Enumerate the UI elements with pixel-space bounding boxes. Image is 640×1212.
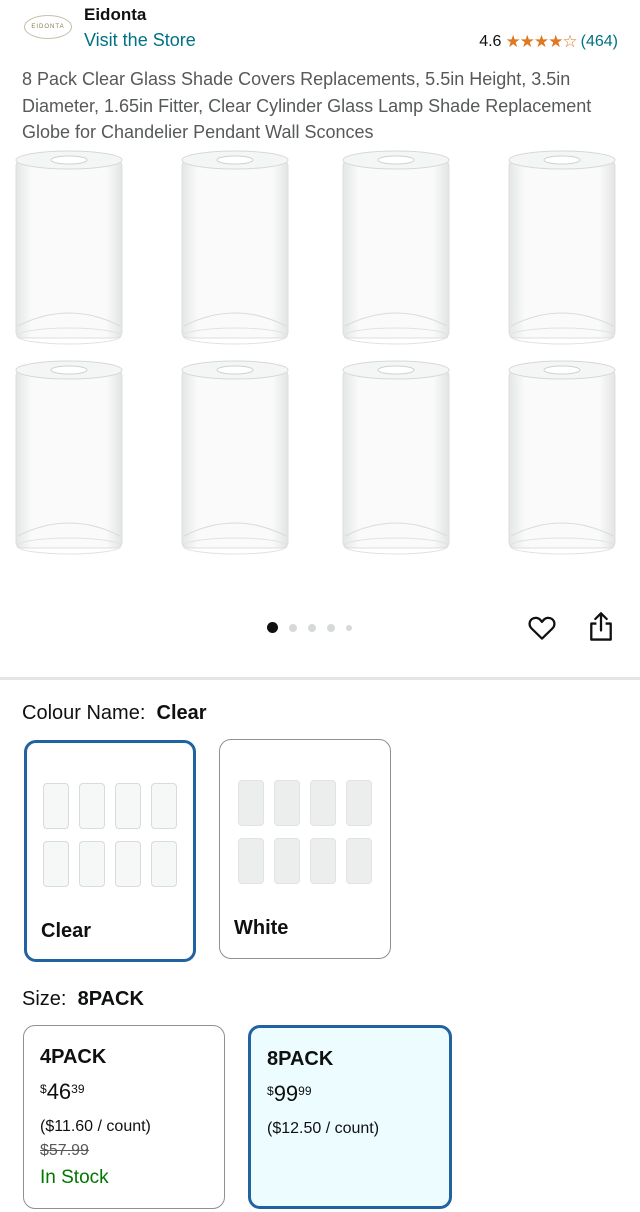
colour-option-white[interactable]: White (219, 739, 391, 959)
glass-shade-image (180, 150, 290, 348)
price-per-count: ($12.50 / count) (267, 1120, 380, 1137)
colour-name-label: Colour Name: Clear (22, 702, 207, 725)
selected-size: 8PACK (77, 988, 144, 1010)
glass-shade-image (341, 360, 451, 558)
glass-shade-image (180, 360, 290, 558)
colour-label-text: Colour Name: (22, 702, 146, 724)
product-title: 8 Pack Clear Glass Shade Covers Replacem… (22, 69, 592, 142)
price: $ 99 99 (267, 1081, 312, 1107)
colour-option-clear[interactable]: Clear (24, 740, 196, 962)
size-option-name: 8PACK (267, 1048, 334, 1070)
selected-colour: Clear (156, 702, 207, 724)
size-option-name: 4PACK (40, 1046, 107, 1068)
star-rating-icon: ★★★★☆ (505, 32, 577, 51)
visit-store-link[interactable]: Visit the Store (84, 30, 196, 51)
price-whole: 46 (46, 1079, 72, 1104)
swatch-thumbnail (238, 780, 372, 884)
glass-shade-image (14, 150, 124, 348)
carousel-dot-active[interactable] (267, 622, 278, 633)
price-currency: $ (40, 1082, 47, 1096)
size-label: Size: 8PACK (22, 988, 144, 1011)
size-option-8pack[interactable]: 8PACK $ 99 99 ($12.50 / count) (248, 1025, 452, 1209)
carousel-dot[interactable] (346, 624, 352, 631)
price-whole: 99 (273, 1081, 299, 1106)
store-logo[interactable]: EIDONTA (24, 15, 72, 39)
size-label-text: Size: (22, 988, 67, 1010)
heart-icon[interactable] (527, 613, 557, 643)
price: $ 46 39 (40, 1079, 85, 1105)
size-option-4pack[interactable]: 4PACK $ 46 39 ($11.60 / count) $57.99 In… (23, 1025, 225, 1209)
colour-option-label: Clear (41, 920, 92, 942)
rating-summary[interactable]: 4.6 ★★★★☆ (464) (479, 32, 618, 52)
swatch-thumbnail (43, 783, 177, 887)
brand-name: Eidonta (84, 5, 147, 24)
price-fraction: 99 (298, 1084, 312, 1098)
review-count[interactable]: (464) (581, 33, 618, 51)
price-per-count: ($11.60 / count) (40, 1118, 151, 1135)
carousel-dot[interactable] (289, 623, 297, 632)
price-currency: $ (267, 1084, 274, 1098)
list-price: $57.99 (40, 1142, 89, 1159)
glass-shade-image (341, 150, 451, 348)
glass-shade-image (14, 360, 124, 558)
glass-shade-image (507, 150, 617, 348)
store-header: EIDONTA Eidonta Visit the Store 4.6 ★★★★… (0, 0, 640, 60)
carousel-dot[interactable] (327, 623, 335, 632)
share-icon[interactable] (587, 611, 615, 643)
carousel-dot[interactable] (308, 623, 316, 632)
glass-shade-image (507, 360, 617, 558)
price-fraction: 39 (71, 1082, 85, 1096)
colour-option-label: White (234, 917, 289, 939)
section-divider (0, 677, 640, 680)
rating-value: 4.6 (479, 33, 502, 50)
product-image-gallery[interactable] (0, 148, 640, 608)
stock-status: In Stock (40, 1167, 109, 1188)
image-carousel-dots[interactable] (267, 622, 352, 633)
